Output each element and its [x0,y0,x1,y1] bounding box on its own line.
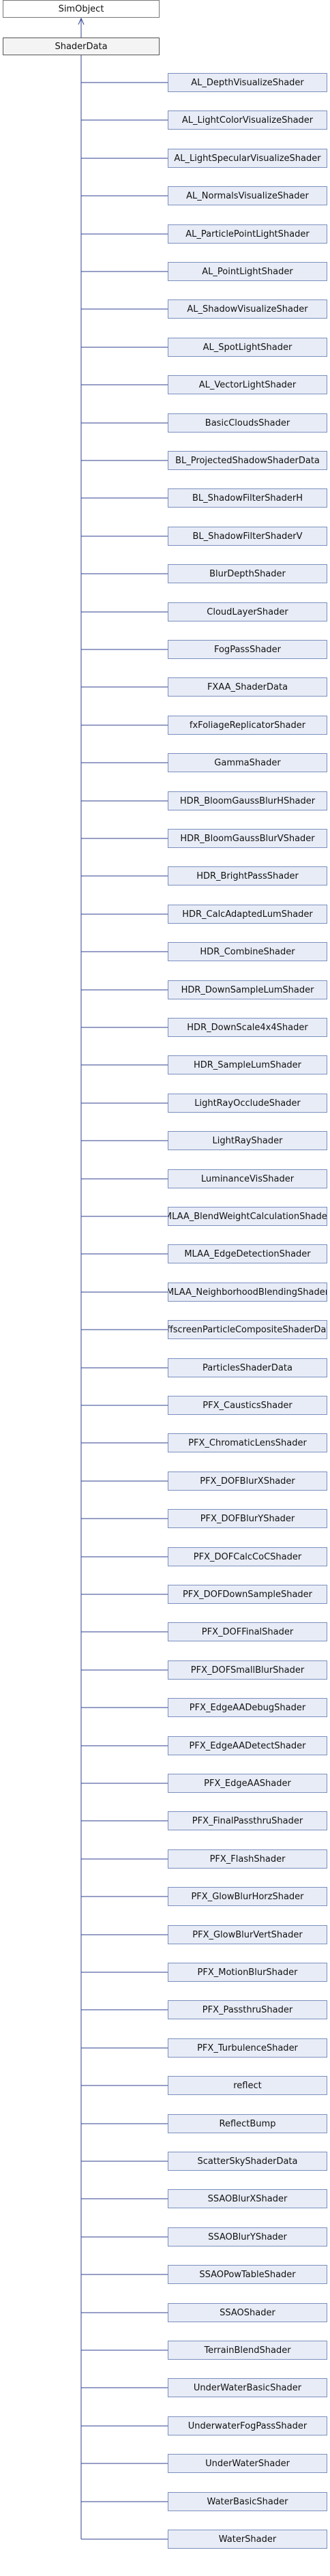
derived-class-node[interactable]: HDR_CalcAdaptedLumShader [168,905,327,924]
derived-class-node[interactable]: HDR_SampleLumShader [168,1055,327,1074]
derived-class-node[interactable]: SSAOBlurYShader [168,2227,327,2246]
derived-class-node[interactable]: BL_ShadowFilterShaderH [168,488,327,508]
derived-class-node[interactable]: HDR_BrightPassShader [168,866,327,886]
derived-class-node[interactable]: SSAOBlurXShader [168,2189,327,2208]
derived-class-node[interactable]: LightRayOccludeShader [168,1094,327,1113]
derived-class-node[interactable]: PFX_EdgeAADetectShader [168,1736,327,1755]
derived-class-node[interactable]: PFX_DOFBlurXShader [168,1472,327,1491]
derived-class-node[interactable]: PFX_DOFDownSampleShader [168,1585,327,1604]
derived-class-node[interactable]: GammaShader [168,753,327,772]
derived-class-node[interactable]: HDR_CombineShader [168,942,327,961]
derived-class-node[interactable]: LuminanceVisShader [168,1169,327,1188]
derived-class-node[interactable]: PFX_FinalPassthruShader [168,1811,327,1830]
derived-class-node[interactable]: fxFoliageReplicatorShader [168,716,327,735]
derived-class-node[interactable]: AL_ParticlePointLightShader [168,224,327,244]
derived-class-node[interactable]: PFX_DOFCalcCoCShader [168,1547,327,1566]
derived-class-node[interactable]: OffscreenParticleCompositeShaderData [168,1320,327,1339]
derived-class-node[interactable]: BL_ShadowFilterShaderV [168,527,327,546]
derived-class-node[interactable]: PFX_TurbulenceShader [168,2038,327,2058]
derived-class-node[interactable]: AL_VectorLightShader [168,375,327,394]
derived-class-node[interactable]: PFX_DOFFinalShader [168,1622,327,1641]
derived-class-node[interactable]: PFX_CausticsShader [168,1396,327,1415]
derived-class-node[interactable]: HDR_BloomGaussBlurVShader [168,829,327,848]
derived-class-node[interactable]: AL_ShadowVisualizeShader [168,299,327,319]
derived-class-node[interactable]: ReflectBump [168,2114,327,2133]
derived-class-node[interactable]: AL_NormalsVisualizeShader [168,186,327,205]
derived-class-node[interactable]: PFX_PassthruShader [168,2000,327,2019]
derived-class-node[interactable]: HDR_DownSampleLumShader [168,980,327,999]
derived-class-node[interactable]: SSAOPowTableShader [168,2265,327,2284]
derived-class-node[interactable]: ScatterSkyShaderData [168,2152,327,2171]
derived-class-node[interactable]: UnderWaterBasicShader [168,2378,327,2397]
derived-class-node[interactable]: BasicCloudsShader [168,413,327,433]
derived-class-node[interactable]: AL_SpotLightShader [168,338,327,357]
derived-class-node[interactable]: ParticlesShaderData [168,1358,327,1377]
derived-class-node[interactable]: BlurDepthShader [168,564,327,583]
derived-class-node[interactable]: PFX_EdgeAADebugShader [168,1698,327,1717]
derived-class-node[interactable]: UnderwaterFogPassShader [168,2416,327,2435]
derived-class-node[interactable]: PFX_EdgeAAShader [168,1774,327,1793]
derived-class-node[interactable]: PFX_MotionBlurShader [168,1963,327,1982]
derived-class-node[interactable]: AL_LightSpecularVisualizeShader [168,149,327,168]
derived-class-node[interactable]: MLAA_EdgeDetectionShader [168,1244,327,1263]
inheritance-diagram: SimObject ShaderData AL_DepthVisualizeSh… [0,0,330,2576]
derived-class-node[interactable]: HDR_BloomGaussBlurHShader [168,791,327,810]
derived-class-node[interactable]: LightRayShader [168,1131,327,1150]
derived-class-node[interactable]: BL_ProjectedShadowShaderData [168,451,327,470]
derived-class-node[interactable]: AL_PointLightShader [168,262,327,281]
simobject-node[interactable]: SimObject [3,0,160,18]
derived-class-node[interactable]: PFX_DOFSmallBlurShader [168,1660,327,1680]
derived-class-node[interactable]: TerrainBlendShader [168,2341,327,2360]
derived-class-node[interactable]: CloudLayerShader [168,602,327,621]
derived-class-node[interactable]: PFX_ChromaticLensShader [168,1433,327,1452]
derived-class-node[interactable]: WaterShader [168,2530,327,2549]
derived-class-node[interactable]: reflect [168,2076,327,2095]
derived-class-node[interactable]: PFX_DOFBlurYShader [168,1509,327,1528]
derived-class-node[interactable]: UnderWaterShader [168,2454,327,2473]
derived-class-node[interactable]: HDR_DownScale4x4Shader [168,1018,327,1037]
derived-class-node[interactable]: SSAOShader [168,2303,327,2322]
derived-class-node[interactable]: AL_LightColorVisualizeShader [168,111,327,130]
derived-class-node[interactable]: FogPassShader [168,640,327,659]
shaderdata-node[interactable]: ShaderData [3,38,160,55]
derived-class-node[interactable]: FXAA_ShaderData [168,677,327,697]
derived-class-node[interactable]: MLAA_NeighborhoodBlendingShader [168,1283,327,1302]
derived-class-node[interactable]: PFX_GlowBlurVertShader [168,1925,327,1944]
derived-class-node[interactable]: AL_DepthVisualizeShader [168,73,327,92]
derived-class-node[interactable]: MLAA_BlendWeightCalculationShader [168,1207,327,1226]
derived-class-node[interactable]: WaterBasicShader [168,2492,327,2511]
derived-class-node[interactable]: PFX_FlashShader [168,1849,327,1869]
derived-class-node[interactable]: PFX_GlowBlurHorzShader [168,1887,327,1906]
